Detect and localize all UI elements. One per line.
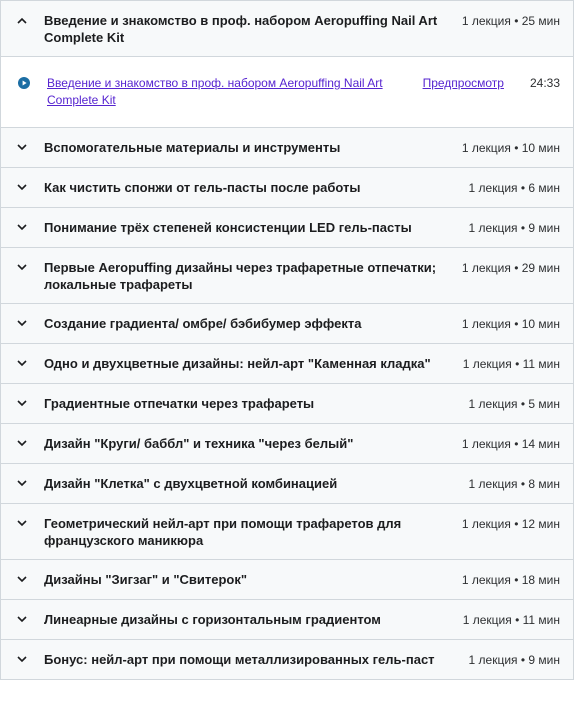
section-title: Дизайн "Круги/ баббл" и техника "через б…: [44, 436, 354, 451]
lecture-title-link[interactable]: Введение и знакомство в проф. набором Ae…: [47, 75, 423, 109]
section-title: Дизайн "Клетка" с двухцветной комбинацие…: [44, 476, 338, 491]
section-meta: 1 лекция • 14 мин: [461, 437, 560, 451]
chevron-down-icon[interactable]: [15, 258, 29, 276]
section-meta: 1 лекция • 10 мин: [461, 141, 560, 155]
section-title: Понимание трёх степеней консистенции LED…: [44, 220, 412, 235]
section-title: Как чистить спонжи от гель-пасты после р…: [44, 180, 361, 195]
section-header[interactable]: Как чистить спонжи от гель-пасты после р…: [1, 168, 573, 207]
lecture-list: Введение и знакомство в проф. набором Ae…: [1, 56, 573, 127]
chevron-up-icon[interactable]: [15, 11, 29, 29]
section-meta: 1 лекция • 18 мин: [461, 573, 560, 587]
preview-link[interactable]: Предпросмотр: [423, 75, 504, 92]
section-title: Вспомогательные материалы и инструменты: [44, 140, 341, 155]
course-curriculum: Введение и знакомство в проф. набором Ae…: [0, 0, 574, 680]
curriculum-section: Дизайн "Круги/ баббл" и техника "через б…: [0, 424, 574, 464]
curriculum-section: Понимание трёх степеней консистенции LED…: [0, 208, 574, 248]
curriculum-section: Вспомогательные материалы и инструменты 1…: [0, 128, 574, 168]
curriculum-section: Дизайн "Клетка" с двухцветной комбинацие…: [0, 464, 574, 504]
section-title: Геометрический нейл-арт при помощи трафа…: [44, 516, 402, 548]
curriculum-section: Градиентные отпечатки через трафареты 1 л…: [0, 384, 574, 424]
chevron-down-icon[interactable]: [15, 474, 29, 492]
section-title: Градиентные отпечатки через трафареты: [44, 396, 315, 411]
chevron-down-icon[interactable]: [15, 314, 29, 332]
chevron-down-icon[interactable]: [15, 354, 29, 372]
section-header[interactable]: Дизайн "Круги/ баббл" и техника "через б…: [1, 424, 573, 463]
curriculum-section: Введение и знакомство в проф. набором Ae…: [0, 1, 574, 128]
section-title: Бонус: нейл-арт при помощи металлизирова…: [44, 652, 435, 667]
play-circle-icon[interactable]: [18, 75, 32, 94]
section-meta: 1 лекция • 11 мин: [462, 357, 560, 371]
section-header[interactable]: Вспомогательные материалы и инструменты 1…: [1, 128, 573, 167]
section-meta: 1 лекция • 9 мин: [468, 221, 560, 235]
section-header[interactable]: Создание градиента/ омбре/ бэбибумер эфф…: [1, 304, 573, 343]
section-meta: 1 лекция • 11 мин: [462, 613, 560, 627]
chevron-down-icon[interactable]: [15, 514, 29, 532]
section-header[interactable]: Дизайн "Клетка" с двухцветной комбинацие…: [1, 464, 573, 503]
section-title: Введение и знакомство в проф. набором Ae…: [44, 13, 438, 45]
section-header[interactable]: Линеарные дизайны с горизонтальным гради…: [1, 600, 573, 639]
chevron-down-icon[interactable]: [15, 650, 29, 668]
curriculum-section: Дизайны "Зигзаг" и "Свитерок" 1 лекция • …: [0, 560, 574, 600]
section-meta: 1 лекция • 12 мин: [461, 517, 560, 531]
section-header[interactable]: Градиентные отпечатки через трафареты 1 л…: [1, 384, 573, 423]
curriculum-section: Бонус: нейл-арт при помощи металлизирова…: [0, 640, 574, 680]
chevron-down-icon[interactable]: [15, 394, 29, 412]
curriculum-section: Первые Aeropuffing дизайны через трафаре…: [0, 248, 574, 304]
curriculum-section: Линеарные дизайны с горизонтальным гради…: [0, 600, 574, 640]
section-header[interactable]: Введение и знакомство в проф. набором Ae…: [1, 1, 573, 56]
chevron-down-icon[interactable]: [15, 178, 29, 196]
section-title: Линеарные дизайны с горизонтальным гради…: [44, 612, 381, 627]
section-meta: 1 лекция • 9 мин: [468, 653, 560, 667]
chevron-down-icon[interactable]: [15, 218, 29, 236]
curriculum-section: Создание градиента/ омбре/ бэбибумер эфф…: [0, 304, 574, 344]
section-title: Дизайны "Зигзаг" и "Свитерок": [44, 572, 248, 587]
section-meta: 1 лекция • 25 мин: [461, 14, 560, 28]
curriculum-section: Одно и двухцветные дизайны: нейл-арт "Ка…: [0, 344, 574, 384]
chevron-down-icon[interactable]: [15, 434, 29, 452]
chevron-down-icon[interactable]: [15, 138, 29, 156]
section-header[interactable]: Дизайны "Зигзаг" и "Свитерок" 1 лекция • …: [1, 560, 573, 599]
section-meta: 1 лекция • 8 мин: [468, 477, 560, 491]
section-header[interactable]: Геометрический нейл-арт при помощи трафа…: [1, 504, 573, 559]
lecture-item: Введение и знакомство в проф. набором Ae…: [18, 75, 560, 109]
section-header[interactable]: Одно и двухцветные дизайны: нейл-арт "Ка…: [1, 344, 573, 383]
curriculum-section: Геометрический нейл-арт при помощи трафа…: [0, 504, 574, 560]
section-meta: 1 лекция • 6 мин: [468, 181, 560, 195]
section-title: Первые Aeropuffing дизайны через трафаре…: [44, 260, 437, 292]
section-meta: 1 лекция • 5 мин: [468, 397, 560, 411]
chevron-down-icon[interactable]: [15, 570, 29, 588]
chevron-down-icon[interactable]: [15, 610, 29, 628]
curriculum-section: Как чистить спонжи от гель-пасты после р…: [0, 168, 574, 208]
section-header[interactable]: Бонус: нейл-арт при помощи металлизирова…: [1, 640, 573, 679]
section-meta: 1 лекция • 10 мин: [461, 317, 560, 331]
section-title: Одно и двухцветные дизайны: нейл-арт "Ка…: [44, 356, 431, 371]
section-meta: 1 лекция • 29 мин: [461, 261, 560, 275]
section-header[interactable]: Понимание трёх степеней консистенции LED…: [1, 208, 573, 247]
section-title: Создание градиента/ омбре/ бэбибумер эфф…: [44, 316, 362, 331]
section-header[interactable]: Первые Aeropuffing дизайны через трафаре…: [1, 248, 573, 303]
lecture-duration: 24:33: [529, 76, 560, 90]
